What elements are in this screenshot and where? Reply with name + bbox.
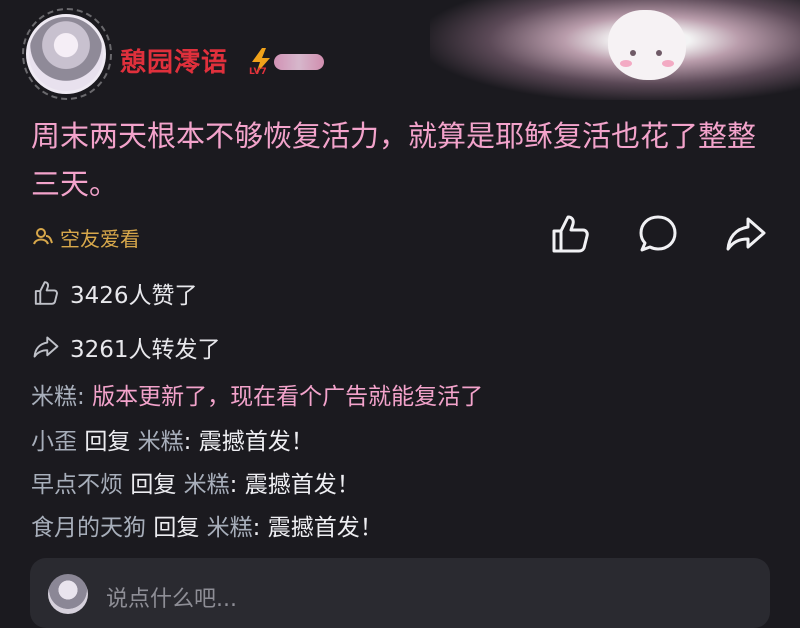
reply-target-name[interactable]: 米糕 xyxy=(207,515,253,541)
badge-decoration xyxy=(274,54,324,70)
share-small-icon xyxy=(33,336,59,358)
thumbs-up-small-icon xyxy=(34,281,58,305)
friends-like-label: 空友爱看 xyxy=(60,226,140,251)
likes-count: 3426人赞了 xyxy=(70,283,198,309)
shares-count-row[interactable]: 3261人转发了 xyxy=(32,330,221,364)
reply-label: 回复 xyxy=(130,472,177,498)
commenter-name[interactable]: 食月的天狗 xyxy=(31,515,146,541)
friends-like-row[interactable]: 空友爱看 xyxy=(32,222,140,252)
post-content: 周末两天根本不够恢复活力，就算是耶稣复活也花了整整三天。 xyxy=(31,119,757,201)
post-header: 憩园澪语 LV7 xyxy=(0,0,800,110)
comment-input-placeholder[interactable]: 说点什么吧... xyxy=(106,581,237,613)
reply-target-name[interactable]: 米糕 xyxy=(184,472,230,498)
user-avatar[interactable] xyxy=(22,8,112,100)
comment-input-bar[interactable]: 说点什么吧... xyxy=(30,558,770,628)
comment-item[interactable]: 米糕: 版本更新了，现在看个广告就能复活了 xyxy=(31,380,483,414)
friends-icon xyxy=(33,228,53,245)
level-badge-icon: LV7 xyxy=(249,48,270,75)
commenter-name[interactable]: 米糕 xyxy=(31,384,77,410)
comment-text: 版本更新了，现在看个广告就能复活了 xyxy=(92,384,484,410)
avatar-frame xyxy=(22,8,112,100)
post-actions xyxy=(540,212,780,260)
cute-character-decoration xyxy=(608,10,686,80)
reply-label: 回复 xyxy=(84,429,131,455)
comment-text: 震撼首发！ xyxy=(198,429,314,455)
comment-item[interactable]: 食月的天狗 回复 米糕: 震撼首发！ xyxy=(31,511,383,545)
reply-target-name[interactable]: 米糕 xyxy=(138,429,184,455)
reply-label: 回复 xyxy=(153,515,200,541)
comment-separator: : xyxy=(252,515,268,541)
username[interactable]: 憩园澪语 xyxy=(120,42,228,79)
comment-text: 震撼首发！ xyxy=(267,515,383,541)
comment-item[interactable]: 小歪 回复 米糕: 震撼首发！ xyxy=(31,425,314,459)
my-avatar xyxy=(48,574,88,614)
comment-separator: : xyxy=(183,429,199,455)
shares-count: 3261人转发了 xyxy=(70,337,221,363)
share-arrow-icon[interactable] xyxy=(724,212,768,256)
comment-separator: : xyxy=(229,472,245,498)
commenter-name[interactable]: 早点不烦 xyxy=(31,472,123,498)
comment-text: 震撼首发！ xyxy=(244,472,360,498)
comment-separator: : xyxy=(77,384,93,410)
commenter-name[interactable]: 小歪 xyxy=(31,429,77,455)
comment-bubble-icon[interactable] xyxy=(636,212,680,256)
likes-count-row[interactable]: 3426人赞了 xyxy=(32,276,198,310)
level-text: LV7 xyxy=(249,67,267,75)
comment-item[interactable]: 早点不烦 回复 米糕: 震撼首发！ xyxy=(31,468,360,502)
thumbs-up-icon[interactable] xyxy=(548,212,592,256)
